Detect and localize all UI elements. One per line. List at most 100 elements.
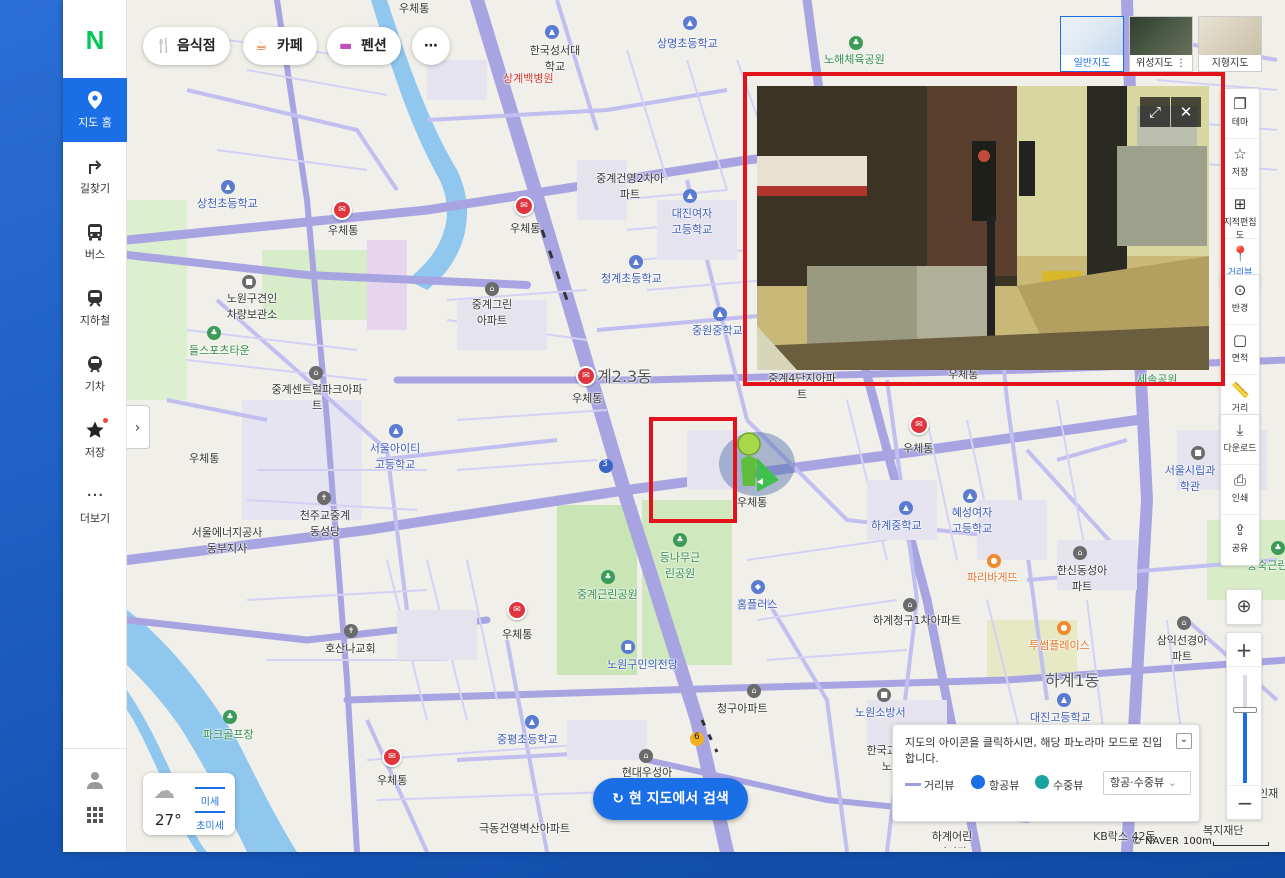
place-label[interactable]: 청계초등학교	[601, 270, 662, 286]
park-icon[interactable]: ♣	[601, 570, 615, 584]
layer-satellite-map[interactable]: 위성지도 ⋮	[1129, 16, 1193, 72]
place-label[interactable]: 한신동성아파트	[1052, 562, 1112, 594]
layer-normal-map[interactable]: 일반지도	[1060, 16, 1124, 72]
nav-saved[interactable]: 저장	[63, 408, 127, 472]
zoom-out-button[interactable]: −	[1227, 785, 1263, 819]
golf-icon[interactable]: ♣	[223, 710, 237, 724]
street-view-person-icon[interactable]	[735, 430, 779, 496]
place-label[interactable]: 중계센트럴파크아파트	[267, 381, 367, 413]
place-label[interactable]: 상천초등학교	[197, 195, 258, 211]
place-label[interactable]: 중계그린아파트	[467, 296, 517, 328]
nav-subway[interactable]: 지하철	[63, 276, 127, 340]
school-icon[interactable]: ▲	[899, 501, 913, 515]
school-icon[interactable]: ▲	[545, 25, 559, 39]
place-label[interactable]: 서울시립과학관	[1160, 462, 1220, 494]
place-label[interactable]: 혜성여자고등학교	[947, 504, 997, 536]
place-label[interactable]: 노원소방서	[855, 704, 906, 720]
park-icon[interactable]: ♣	[849, 36, 863, 50]
place-label[interactable]: 천주교중계동성당	[295, 507, 355, 539]
tool-share[interactable]: ⇪ 공유	[1221, 521, 1259, 565]
mailbox-icon[interactable]: ✉	[507, 600, 527, 620]
place-label[interactable]: 투썸플레이스	[1029, 637, 1090, 653]
mailbox-icon[interactable]: ✉	[909, 415, 929, 435]
expand-panel-button[interactable]: ›	[126, 405, 150, 449]
tool-radius[interactable]: ⊙ 반경	[1221, 281, 1259, 325]
layer-terrain-map[interactable]: 지형지도	[1198, 16, 1262, 72]
zoom-slider-handle[interactable]	[1233, 707, 1257, 713]
zoom-in-button[interactable]: +	[1227, 633, 1261, 667]
school-icon[interactable]: ▲	[389, 424, 403, 438]
mailbox-label[interactable]: 우체통	[510, 220, 540, 236]
tool-cadastral[interactable]: ⊞ 지적편집도	[1221, 195, 1259, 241]
mailbox-icon[interactable]: ✉	[382, 747, 402, 767]
apartment-icon[interactable]: ⌂	[1073, 546, 1087, 560]
place-label[interactable]: 대진고등학교	[1030, 709, 1091, 725]
place-label[interactable]: 파리바게뜨	[967, 569, 1018, 585]
place-label[interactable]: 상계백병원	[503, 70, 554, 86]
school-icon[interactable]: ▲	[629, 255, 643, 269]
school-icon[interactable]: ▲	[683, 16, 697, 30]
nav-train[interactable]: 기차	[63, 342, 127, 406]
panorama-expand-button[interactable]: ⤢	[1140, 97, 1170, 127]
place-label[interactable]: 상명초등학교	[657, 35, 718, 51]
nav-more[interactable]: ··· 더보기	[63, 474, 127, 538]
apartment-icon[interactable]: ⌂	[485, 282, 499, 296]
building-icon[interactable]: ■	[242, 275, 256, 289]
mailbox-icon[interactable]: ✉	[332, 200, 352, 220]
user-icon[interactable]	[85, 770, 105, 792]
tool-download[interactable]: ⤓ 다운로드	[1221, 421, 1259, 465]
collapse-chevron-icon[interactable]: ⌄	[1176, 733, 1192, 749]
fire-station-icon[interactable]: ■	[877, 688, 891, 702]
mailbox-label[interactable]: 우체통	[572, 390, 602, 406]
shopping-icon[interactable]: ◆	[751, 580, 765, 594]
place-label[interactable]: 청구아파트	[717, 700, 768, 716]
place-label[interactable]: 노해체육공원	[824, 51, 885, 67]
school-icon[interactable]: ▲	[1057, 693, 1071, 707]
place-label[interactable]: 노원구민의전당	[607, 656, 678, 672]
mailbox-label[interactable]: 우체통	[903, 440, 933, 456]
aerial-underwater-select[interactable]: 항공·수중뷰 ⌄	[1103, 771, 1191, 795]
place-label[interactable]: 하계중학교	[871, 517, 922, 533]
place-label[interactable]: 중계근린공원	[577, 586, 638, 602]
place-label[interactable]: 중계건영2차아파트	[595, 170, 665, 202]
mailbox-label[interactable]: 우체통	[377, 772, 407, 788]
church-icon[interactable]: ✝	[344, 624, 358, 638]
apartment-icon[interactable]: ⌂	[747, 684, 761, 698]
school-icon[interactable]: ▲	[221, 180, 235, 194]
weather-widget[interactable]: ☁ 27° 미세 초미세	[143, 773, 235, 835]
place-label[interactable]: 노원구견인차량보관소	[222, 290, 282, 322]
place-label[interactable]: 호산나교회	[325, 640, 376, 656]
mailbox-label[interactable]: 우체통	[189, 450, 219, 466]
apartment-icon[interactable]: ⌂	[903, 598, 917, 612]
category-pension-button[interactable]: ▬ 펜션	[327, 27, 401, 65]
tool-save[interactable]: ☆ 저장	[1221, 145, 1259, 189]
nav-directions[interactable]: 길찾기	[63, 144, 127, 208]
my-location-button[interactable]: ⊕	[1226, 589, 1262, 625]
place-label[interactable]: 하계어린이서관	[927, 828, 977, 848]
category-restaurant-button[interactable]: 🍴 음식점	[143, 27, 230, 65]
place-label[interactable]: 대진여자고등학교	[667, 205, 717, 237]
school-icon[interactable]: ▲	[713, 307, 727, 321]
place-label[interactable]: 서울아이티고등학교	[365, 440, 425, 472]
tool-theme[interactable]: ❐ 테마	[1221, 95, 1259, 139]
mailbox-icon[interactable]: ✉	[514, 196, 534, 216]
park-icon[interactable]: ♣	[673, 533, 687, 547]
sports-icon[interactable]: ♣	[207, 326, 221, 340]
place-label[interactable]: 홈플러스	[737, 596, 777, 612]
category-cafe-button[interactable]: ☕ 카페	[243, 27, 317, 65]
park-icon[interactable]: ♣	[1271, 541, 1285, 555]
mailbox-label[interactable]: 우체통	[502, 626, 532, 642]
tool-area[interactable]: ▢ 면적	[1221, 331, 1259, 375]
museum-icon[interactable]: ■	[1191, 446, 1205, 460]
place-label[interactable]: 중원중학교	[692, 322, 743, 338]
tool-print[interactable]: ⎙ 인쇄	[1221, 471, 1259, 515]
panorama-close-button[interactable]: ✕	[1171, 97, 1201, 127]
mailbox-label[interactable]: 우체통	[328, 222, 358, 238]
apartment-icon[interactable]: ⌂	[309, 366, 323, 380]
place-label[interactable]: 서울에너지공사동부지사	[187, 524, 267, 556]
apps-grid-icon[interactable]	[85, 806, 105, 826]
school-icon[interactable]: ▲	[525, 715, 539, 729]
naver-logo[interactable]: N	[81, 26, 109, 54]
place-label[interactable]: 하계청구1차아파트	[872, 612, 962, 628]
bakery-icon[interactable]: ●	[987, 554, 1001, 568]
